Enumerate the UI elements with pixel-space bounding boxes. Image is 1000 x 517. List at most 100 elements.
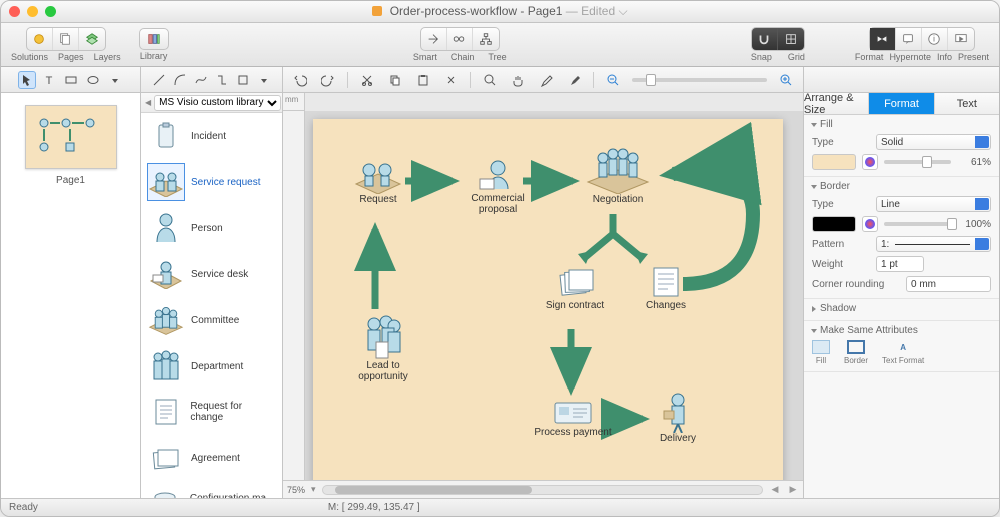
tree-button[interactable] [473, 28, 499, 50]
library-item[interactable]: Agreement [141, 435, 282, 481]
copy-button[interactable] [386, 71, 404, 89]
pages-panel: Page1 [1, 93, 141, 498]
canvas-viewport[interactable]: Request Commercial proposal Negotiation [305, 111, 803, 480]
smart-button[interactable] [421, 28, 447, 50]
node-changes[interactable]: Changes [631, 264, 701, 311]
delete-button[interactable] [442, 71, 460, 89]
section-border-header[interactable]: Border [812, 181, 991, 192]
fill-opacity-slider[interactable] [884, 160, 951, 164]
node-request[interactable]: Request [343, 154, 413, 205]
zoom-value[interactable]: 75% [287, 485, 305, 495]
library-item-label: Agreement [191, 453, 240, 464]
node-negotiation[interactable]: Negotiation [573, 144, 663, 205]
same-fill-button[interactable]: Fill [812, 340, 830, 365]
border-weight-label: Weight [812, 259, 870, 270]
chain-button[interactable] [447, 28, 473, 50]
node-lead[interactable]: Lead to opportunity [343, 314, 423, 382]
redo-button[interactable] [319, 71, 337, 89]
library-item[interactable]: Service desk [141, 251, 282, 297]
zoom-tool[interactable] [481, 71, 499, 89]
same-border-button[interactable]: Border [844, 340, 868, 365]
title-menu-chevron-icon[interactable]: ⌵ [619, 4, 628, 18]
zoom-out-button[interactable] [604, 71, 622, 89]
library-item[interactable]: Incident [141, 113, 282, 159]
tab-arrange[interactable]: Arrange & Size [804, 93, 869, 114]
border-weight-value[interactable]: 1 pt [876, 256, 924, 272]
eyedropper-tool[interactable] [537, 71, 555, 89]
library-dropdown[interactable]: MS Visio custom library [154, 95, 281, 111]
info-button[interactable]: i [922, 28, 948, 50]
node-delivery[interactable]: Delivery [643, 391, 713, 444]
scroll-right-icon[interactable]: ▶ [787, 484, 799, 495]
fill-type-select[interactable]: Solid [876, 134, 991, 150]
library-item[interactable]: Person [141, 205, 282, 251]
canvas-page[interactable]: Request Commercial proposal Negotiation [313, 119, 783, 480]
fill-color-swatch[interactable] [812, 154, 856, 170]
zoom-slider[interactable] [632, 78, 767, 82]
section-fill-header[interactable]: Fill [812, 119, 991, 130]
node-sign[interactable]: Sign contract [535, 264, 615, 311]
library-item[interactable]: Committee [141, 297, 282, 343]
cut-button[interactable] [358, 71, 376, 89]
svg-text:T: T [45, 75, 52, 87]
section-same-header[interactable]: Make Same Attributes [812, 325, 991, 336]
zoom-chevron-icon[interactable]: ▾ [311, 484, 316, 495]
hypernote-button[interactable] [896, 28, 922, 50]
border-opacity-slider[interactable] [884, 222, 951, 226]
tab-text[interactable]: Text [935, 93, 999, 114]
border-type-select[interactable]: Line [876, 196, 991, 212]
node-lead-label: Lead to opportunity [343, 360, 423, 382]
pointer-tool[interactable] [18, 71, 36, 89]
library-item[interactable]: Service request [141, 159, 282, 205]
border-color-swatch[interactable] [812, 216, 856, 232]
node-process[interactable]: Process payment [528, 397, 618, 438]
more-shapes-tool[interactable] [106, 71, 124, 89]
horizontal-scrollbar[interactable] [322, 485, 763, 495]
library-item[interactable]: Request for change [141, 389, 282, 435]
snap-button[interactable] [752, 28, 778, 50]
solutions-button[interactable] [27, 28, 53, 50]
present-button[interactable] [948, 28, 974, 50]
node-sign-label: Sign contract [535, 300, 615, 311]
paste-button[interactable] [414, 71, 432, 89]
scroll-left-icon[interactable]: ◀ [769, 484, 781, 495]
hand-tool[interactable] [509, 71, 527, 89]
border-pattern-select[interactable]: 1: [876, 236, 991, 252]
ellipse-tool[interactable] [84, 71, 102, 89]
page-thumbnail[interactable] [25, 105, 117, 169]
border-gradient-button[interactable] [862, 216, 878, 232]
text-tool[interactable]: T [40, 71, 58, 89]
layers-button[interactable] [79, 28, 105, 50]
node-negotiation-label: Negotiation [573, 194, 663, 205]
rect-tool[interactable] [62, 71, 80, 89]
lib-arc-tool[interactable] [171, 71, 189, 89]
format-button[interactable] [870, 28, 896, 50]
library-item[interactable]: Configuration ma … [141, 481, 282, 498]
lib-line-tool[interactable] [150, 71, 168, 89]
node-proposal[interactable]: Commercial proposal [453, 159, 543, 215]
library-item[interactable]: Department [141, 343, 282, 389]
zoom-in-button[interactable] [777, 71, 795, 89]
tab-format[interactable]: Format [869, 93, 934, 114]
brush-tool[interactable] [565, 71, 583, 89]
lib-shape-tool[interactable] [234, 71, 252, 89]
library-button[interactable] [139, 28, 169, 50]
grid-button[interactable] [778, 28, 804, 50]
same-text-button[interactable]: AText Format [882, 340, 924, 365]
corner-rounding-value[interactable]: 0 mm [906, 276, 991, 292]
format-label: Format [855, 52, 884, 62]
pages-button[interactable] [53, 28, 79, 50]
fill-gradient-button[interactable] [862, 154, 878, 170]
section-shadow-header[interactable]: Shadow [812, 303, 991, 314]
lib-menu-tool[interactable] [255, 71, 273, 89]
undo-button[interactable] [291, 71, 309, 89]
document-icon [372, 6, 382, 16]
section-same-attrs: Make Same Attributes Fill Border AText F… [804, 321, 999, 372]
library-collapse-icon[interactable]: ◀ [145, 98, 151, 107]
smart-label: Smart [413, 52, 437, 62]
lib-spline-tool[interactable] [192, 71, 210, 89]
toolbar-library-group: Library [139, 28, 169, 61]
lib-connector-tool[interactable] [213, 71, 231, 89]
fill-opacity-value: 61% [957, 157, 991, 168]
title-page: Page1 [528, 4, 563, 18]
